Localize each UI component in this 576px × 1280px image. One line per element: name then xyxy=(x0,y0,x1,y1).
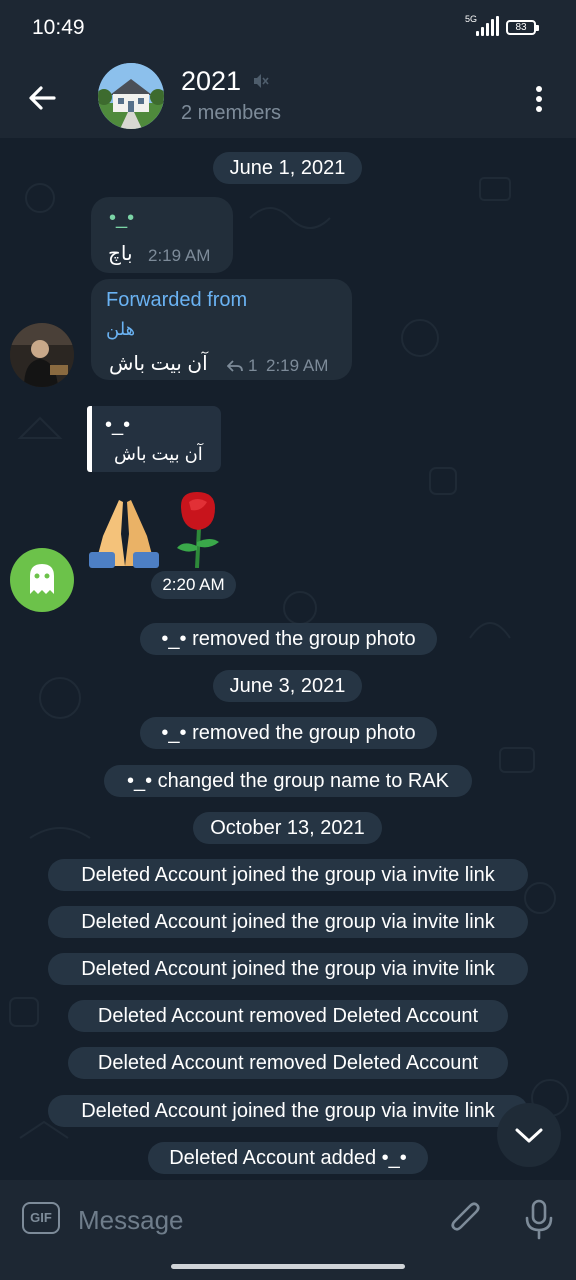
home-indicator xyxy=(171,1264,405,1269)
muted-icon xyxy=(254,74,269,88)
reply-count: 1 xyxy=(248,356,258,375)
service-message: Deleted Account joined the group via inv… xyxy=(48,906,528,938)
service-message: Deleted Account added •_• xyxy=(148,1142,428,1174)
message-time-pill: 2:20 AM xyxy=(151,571,236,599)
gif-button[interactable]: GIF xyxy=(22,1202,60,1234)
message-input-bar: GIF xyxy=(0,1180,576,1280)
message-input[interactable] xyxy=(76,1200,420,1240)
service-message: •_• changed the group name to RAK xyxy=(104,765,472,797)
date-divider: June 3, 2021 xyxy=(213,670,362,702)
quote-bubble[interactable]: •_• آن بیت باش xyxy=(87,406,221,472)
forwarded-sender[interactable]: هلن xyxy=(106,319,135,340)
forwarded-message-bubble[interactable]: Forwarded from هلن آن بیت باش 1 2:19 AM xyxy=(91,279,352,380)
date-divider: October 13, 2021 xyxy=(193,812,382,844)
chat-title[interactable]: 2021 xyxy=(181,66,241,97)
member-count: 2 members xyxy=(181,102,282,124)
microphone-icon xyxy=(525,1199,553,1240)
scroll-down-button[interactable] xyxy=(497,1103,561,1167)
person-photo-icon xyxy=(10,323,74,387)
emoji-message[interactable] xyxy=(85,490,235,569)
more-menu-button[interactable] xyxy=(526,78,552,118)
message-text: •_• xyxy=(109,207,135,229)
battery-icon: 83 xyxy=(506,20,539,35)
message-text: باچ xyxy=(108,243,133,265)
status-bar: 10:49 5G 83 xyxy=(0,0,576,58)
service-message: Deleted Account removed Deleted Account xyxy=(68,1000,508,1032)
message-time: 2:19 AM xyxy=(266,356,329,375)
quote-sender: •_• xyxy=(105,414,131,436)
quote-bar xyxy=(87,406,92,472)
paperclip-icon xyxy=(451,1202,480,1231)
service-message: Deleted Account joined the group via inv… xyxy=(48,1095,528,1127)
service-message: Deleted Account joined the group via inv… xyxy=(48,953,528,985)
status-time: 10:49 xyxy=(32,16,85,39)
date-divider: June 1, 2021 xyxy=(213,152,362,184)
arrow-left-icon xyxy=(29,86,56,110)
attach-button[interactable] xyxy=(446,1198,486,1240)
battery-level: 83 xyxy=(515,22,527,33)
forwarded-label: Forwarded from xyxy=(106,289,248,311)
group-avatar[interactable] xyxy=(98,63,164,129)
signal-icon xyxy=(476,16,500,36)
chat-header: 2021 2 members xyxy=(0,58,576,138)
chevron-down-icon xyxy=(515,1128,543,1143)
chat-area[interactable]: June 1, 2021 •_• باچ 2:19 AM Forwarded f… xyxy=(0,138,576,1180)
house-photo-icon xyxy=(98,63,164,129)
reply-icon xyxy=(227,360,243,372)
praying-hands-rose-emoji xyxy=(89,492,219,569)
sender-avatar[interactable] xyxy=(10,323,74,387)
message-text: آن بیت باش xyxy=(109,353,208,375)
message-text: آن بیت باش xyxy=(114,444,203,464)
service-message: •_• removed the group photo xyxy=(140,623,437,655)
message-time: 2:19 AM xyxy=(148,246,211,265)
service-message: •_• removed the group photo xyxy=(140,717,437,749)
ghost-icon xyxy=(30,564,54,594)
service-message: Deleted Account removed Deleted Account xyxy=(68,1047,508,1079)
more-vertical-icon xyxy=(526,78,552,112)
service-message: Deleted Account joined the group via inv… xyxy=(48,859,528,891)
message-bubble[interactable]: •_• باچ 2:19 AM xyxy=(91,197,233,273)
back-button[interactable] xyxy=(22,78,62,118)
voice-button[interactable] xyxy=(522,1198,556,1242)
ghost-avatar[interactable] xyxy=(10,548,74,612)
